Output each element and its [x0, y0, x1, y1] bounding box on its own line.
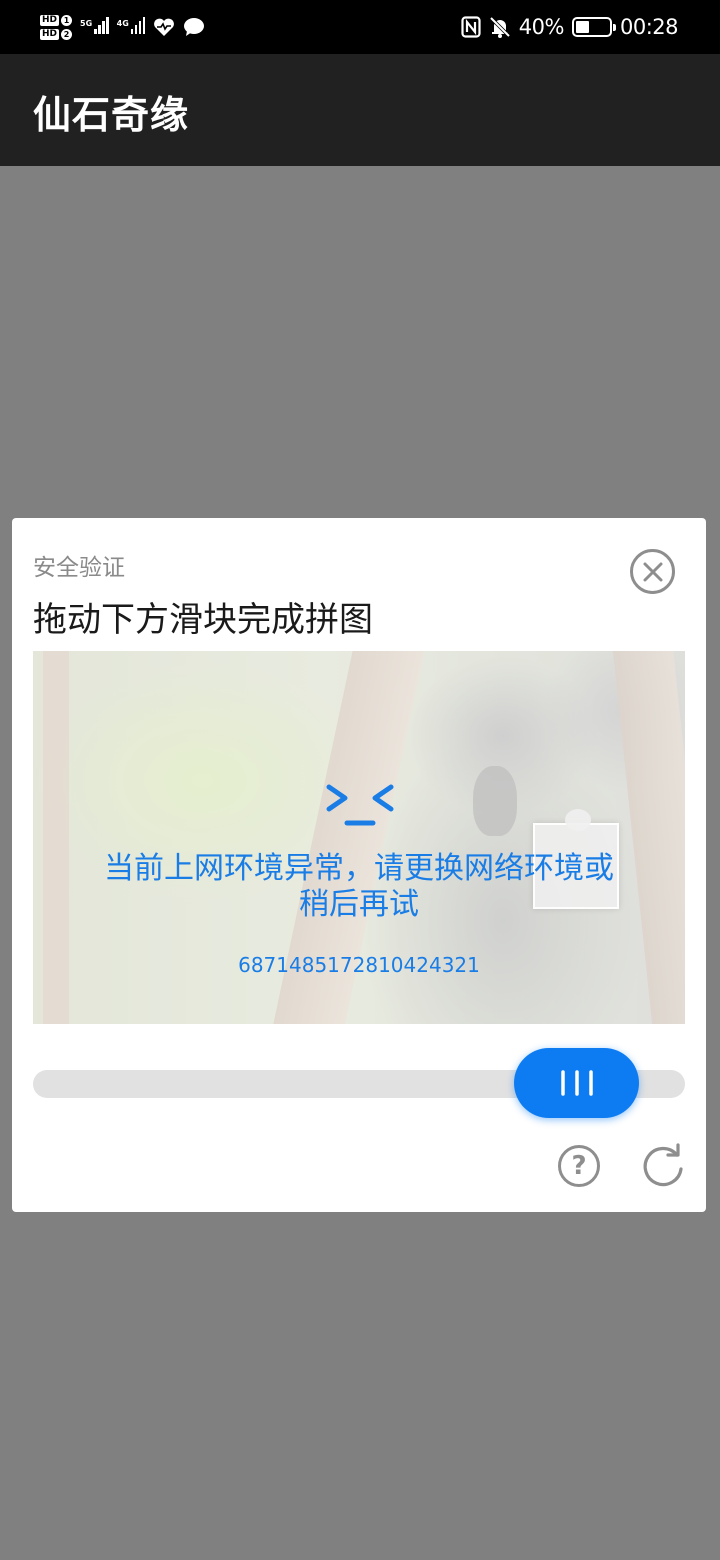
error-code: 6871485172810424321: [238, 953, 480, 977]
sim1-hd-icon: HD 1: [40, 14, 73, 26]
app-bar: 仙石奇缘: [0, 54, 720, 166]
puzzle-image: 当前上网环境异常，请更换网络环境或稍后再试 687148517281042432…: [33, 651, 685, 1024]
dialog-subtitle: 安全验证: [33, 555, 125, 581]
app-title: 仙石奇缘: [33, 93, 190, 137]
refresh-icon: [643, 1143, 683, 1187]
slider-handle[interactable]: [514, 1048, 639, 1118]
battery-icon: [571, 17, 616, 37]
dialog-title: 拖动下方滑块完成拼图: [33, 600, 373, 640]
error-message: 当前上网环境异常，请更换网络环境或稍后再试: [104, 851, 614, 922]
sim2-hd-label: HD: [40, 28, 60, 40]
refresh-button[interactable]: [640, 1143, 686, 1189]
sim1-index: 1: [61, 14, 73, 26]
grip-lines-icon: [560, 1070, 593, 1096]
status-right-group: 40% 00:28: [461, 8, 679, 46]
nfc-icon: [461, 16, 481, 38]
close-circle-icon: [643, 562, 662, 581]
sim2-hd-icon: HD 2: [40, 28, 73, 40]
close-button[interactable]: [630, 549, 675, 594]
question-circle-icon: ?: [571, 1151, 587, 1181]
error-face-icon: [326, 784, 394, 826]
signal-4g-icon: 4G: [117, 16, 146, 38]
status-bar: HD 1 HD 2 5G 4G 40% 00:28: [0, 0, 720, 54]
captcha-dialog: 安全验证 拖动下方滑块完成拼图 当前上网环境异常，请更换网络环境或稍后再试 68…: [12, 518, 706, 1212]
chat-bubble-icon: [183, 17, 205, 37]
battery-percent: 40%: [518, 15, 565, 39]
network1-label: 5G: [80, 19, 93, 28]
network2-label: 4G: [116, 19, 129, 28]
koala-nose: [473, 766, 517, 836]
bell-muted-icon: [489, 16, 511, 38]
sim1-hd-label: HD: [40, 14, 60, 26]
heart-health-icon: [153, 17, 175, 37]
sim2-index: 2: [61, 28, 73, 40]
status-left-group: HD 1 HD 2 5G 4G: [40, 8, 205, 46]
clock: 00:28: [619, 15, 679, 39]
signal-5g-icon: 5G: [80, 16, 109, 38]
sim-indicators: HD 1 HD 2: [40, 14, 73, 40]
help-button[interactable]: ?: [558, 1145, 600, 1187]
